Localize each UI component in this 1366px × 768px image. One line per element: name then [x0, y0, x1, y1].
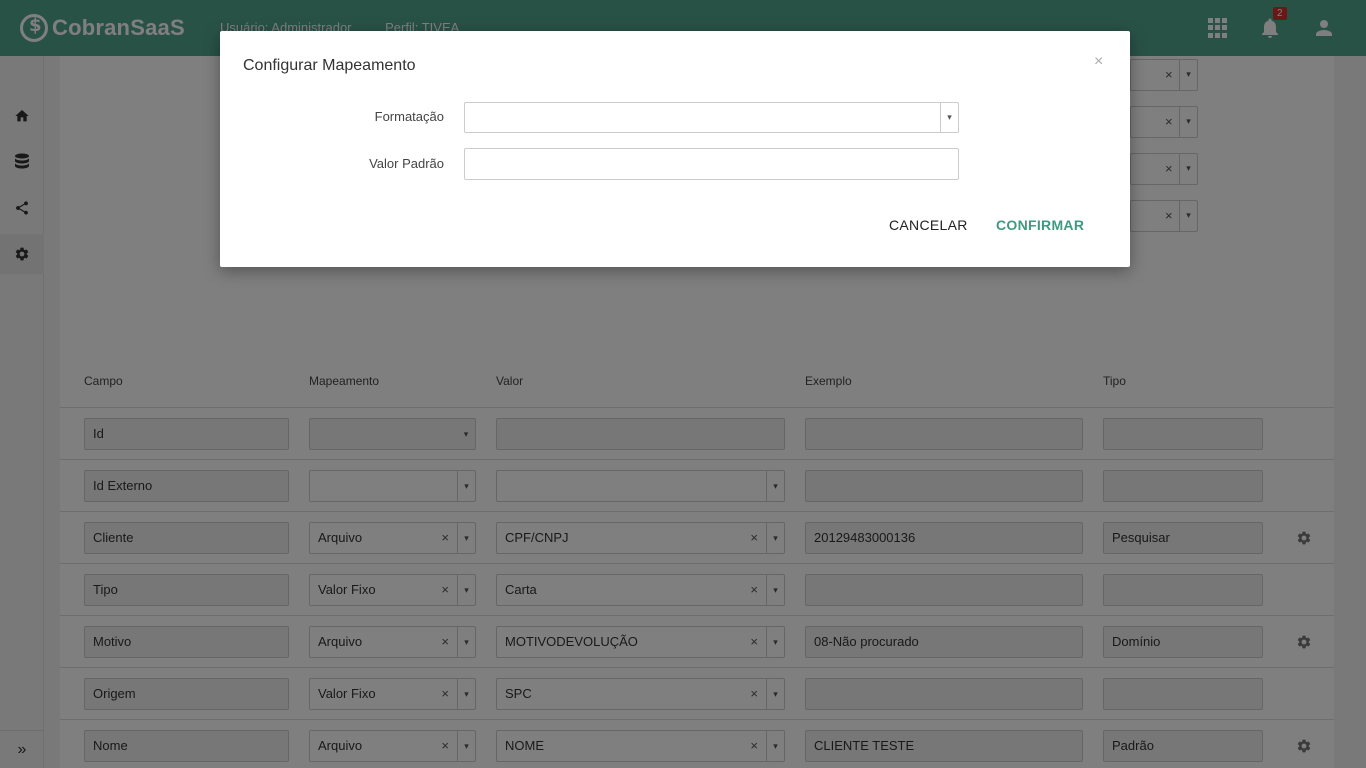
valor-padrao-input[interactable]: [464, 148, 959, 180]
formatacao-label: Formatação: [374, 109, 444, 124]
formatacao-select[interactable]: ▾: [464, 102, 959, 133]
valor-padrao-label: Valor Padrão: [369, 156, 444, 171]
modal-title: Configurar Mapeamento: [243, 57, 416, 74]
cancel-button[interactable]: CANCELAR: [889, 217, 968, 233]
configurar-mapeamento-dialog: Configurar Mapeamento × Formatação ▾ Val…: [220, 31, 1130, 267]
confirm-button[interactable]: CONFIRMAR: [996, 217, 1084, 233]
chevron-down-icon[interactable]: ▾: [940, 103, 958, 132]
close-icon[interactable]: ×: [1094, 53, 1103, 71]
